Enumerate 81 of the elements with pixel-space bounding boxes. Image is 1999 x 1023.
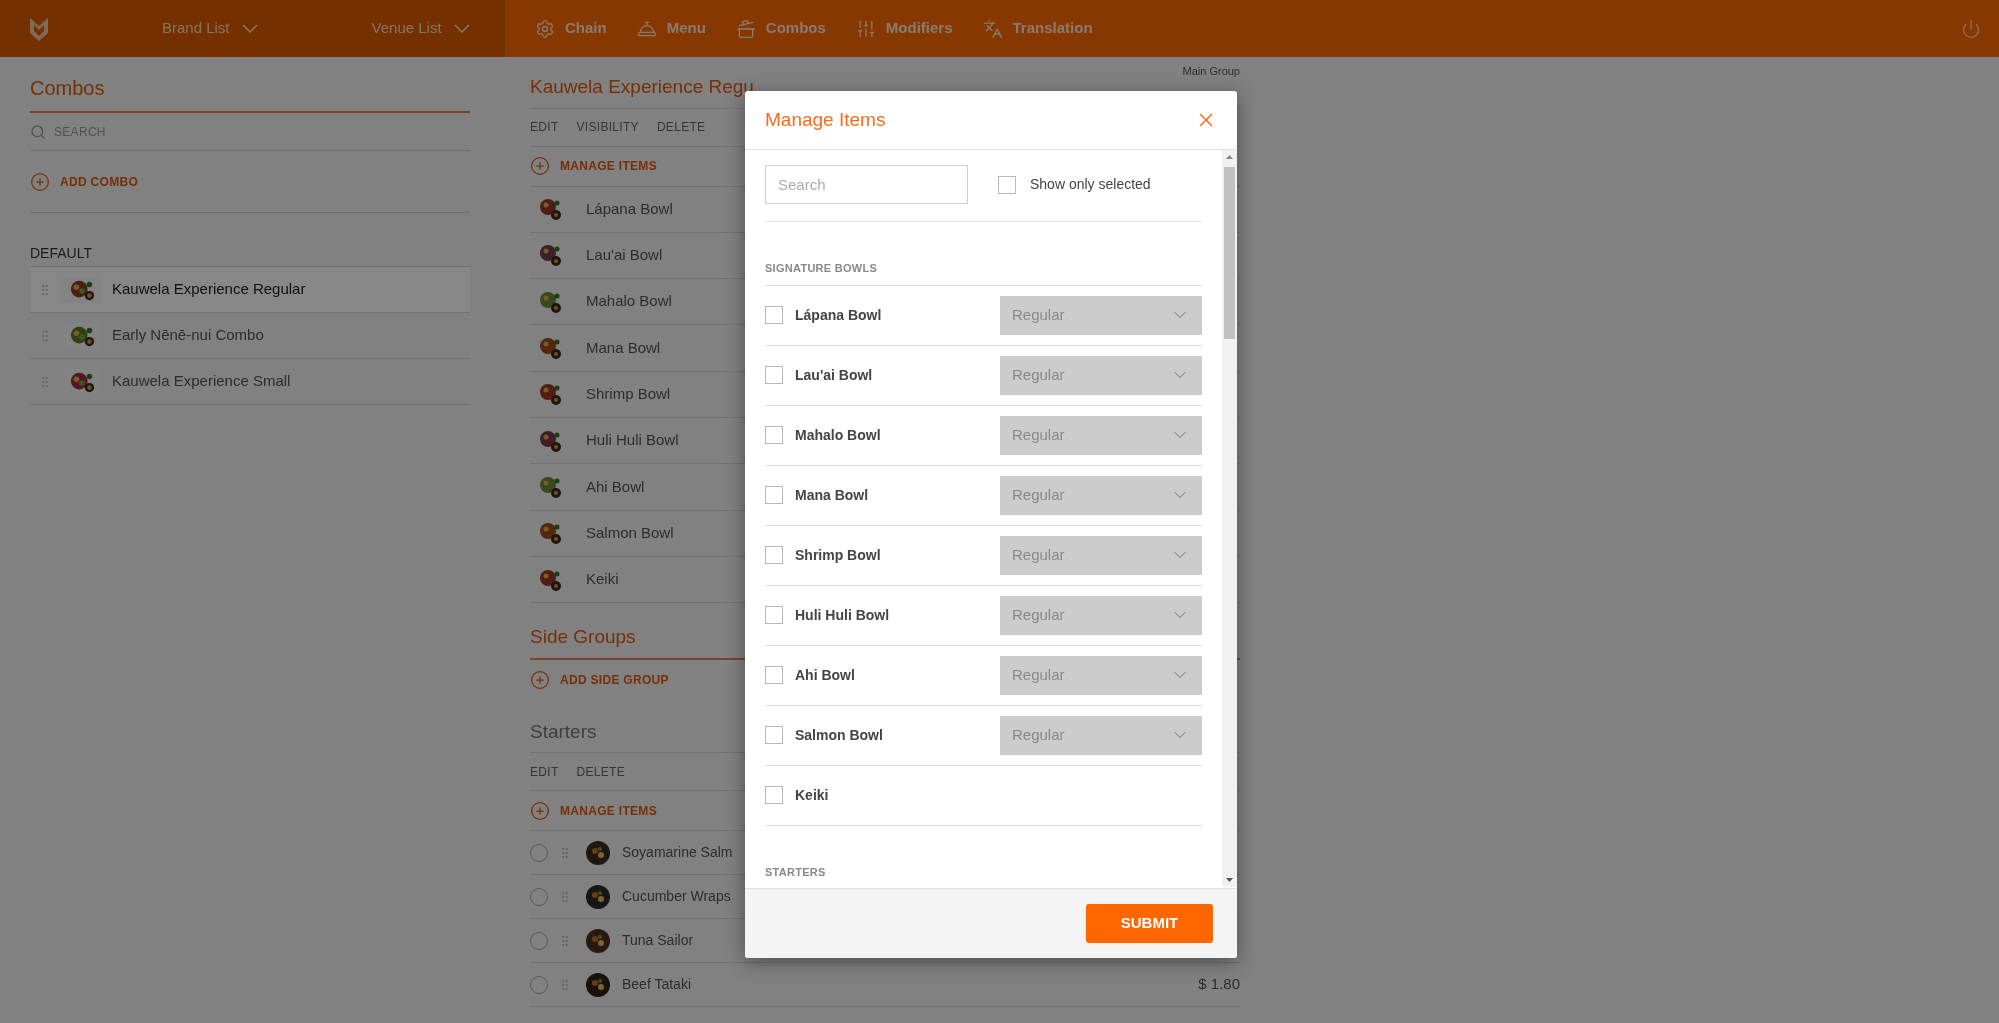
search-field[interactable]: Search — [765, 165, 968, 204]
checkbox[interactable] — [765, 306, 783, 324]
item-name: Mana Bowl — [795, 485, 869, 505]
checkbox[interactable] — [765, 726, 783, 744]
item-name: Huli Huli Bowl — [795, 605, 890, 625]
action-link[interactable]: VISIBILITY — [576, 118, 639, 136]
checkbox[interactable] — [765, 666, 783, 684]
corner-label: Main Group — [1182, 64, 1240, 79]
size-dropdown[interactable]: Regular — [1000, 715, 1202, 755]
modal-title: Manage Items — [765, 107, 886, 132]
gear-icon — [535, 18, 555, 39]
item-name: Mahalo Bowl — [586, 291, 672, 312]
manage-items-button[interactable]: MANAGE ITEMS — [530, 800, 657, 821]
size-dropdown[interactable]: Regular — [1000, 295, 1202, 335]
checkbox[interactable] — [765, 786, 783, 804]
item-name: Lau'ai Bowl — [795, 365, 873, 385]
power-icon[interactable] — [1961, 18, 1981, 39]
item-name: Keiki — [795, 785, 829, 805]
action-link[interactable]: DELETE — [576, 762, 626, 781]
sidebar-title: Combos — [30, 73, 470, 113]
item-name: Tuna Sailor — [622, 931, 694, 951]
section-heading: SIGNATURE BOWLS — [765, 260, 1202, 286]
item-name: Lápana Bowl — [795, 305, 882, 325]
action-link[interactable]: EDIT — [530, 762, 559, 781]
submit-button[interactable]: SUBMIT — [1086, 904, 1213, 943]
search-icon — [30, 123, 46, 140]
item-name: Huli Huli Bowl — [586, 430, 679, 451]
size-dropdown[interactable]: Regular — [1000, 415, 1202, 455]
checkbox[interactable] — [765, 426, 783, 444]
checkbox[interactable] — [998, 175, 1016, 194]
checkbox-label: Show only selected — [1030, 175, 1151, 194]
add-side-group-button[interactable]: ADD SIDE GROUP — [530, 669, 669, 690]
nav-tab[interactable]: Menu — [636, 17, 706, 40]
venue-list-dropdown[interactable]: Venue List — [371, 17, 470, 40]
item-price: $ 1.80 — [1198, 974, 1240, 995]
nav-tab[interactable]: Modifiers — [855, 17, 953, 40]
item-name: Soyamarine Salm — [622, 843, 733, 863]
item-name: Ahi Bowl — [586, 476, 645, 497]
checkbox[interactable] — [765, 606, 783, 624]
combo-list-item[interactable]: Kauwela Experience Small — [30, 359, 470, 405]
manage-items-button[interactable]: MANAGE ITEMS — [530, 156, 657, 176]
item-name: Cucumber Wraps — [622, 887, 731, 907]
translate-icon — [982, 18, 1003, 39]
item-name: Salmon Bowl — [795, 725, 883, 745]
size-dropdown[interactable]: Regular — [1000, 595, 1202, 635]
plus-icon — [530, 669, 550, 690]
item-name: Salmon Bowl — [586, 522, 674, 543]
plus-icon — [530, 800, 550, 821]
size-dropdown[interactable]: Regular — [1000, 355, 1202, 395]
sliders-icon — [855, 18, 876, 39]
nav-tab[interactable]: Translation — [982, 17, 1093, 40]
checkbox[interactable] — [765, 486, 783, 504]
add-combo-button[interactable]: ADD COMBO — [30, 171, 139, 192]
size-dropdown[interactable]: Regular — [1000, 655, 1202, 695]
item-name: Ahi Bowl — [795, 665, 855, 685]
item-name: Lau'ai Bowl — [586, 245, 663, 266]
checkbox[interactable] — [765, 546, 783, 564]
nav-tab[interactable]: Chain — [535, 17, 607, 40]
size-dropdown[interactable]: Regular — [1000, 475, 1202, 515]
action-link[interactable]: EDIT — [530, 118, 559, 136]
nav-tab[interactable]: Combos — [735, 17, 826, 40]
pot-icon — [735, 18, 756, 39]
item-name: Beef Tataki — [622, 975, 691, 995]
combo-list-item[interactable]: Kauwela Experience Regular — [30, 267, 470, 313]
combo-list-item[interactable]: Early Nēnē-nui Combo — [30, 313, 470, 359]
action-link[interactable]: DELETE — [656, 118, 706, 136]
item-name: Mana Bowl — [586, 337, 661, 358]
item-name: Keiki — [586, 569, 619, 590]
item-name: Shrimp Bowl — [586, 384, 671, 405]
checkbox[interactable] — [765, 366, 783, 384]
item-name: Shrimp Bowl — [795, 545, 881, 565]
item-name: Lápana Bowl — [586, 198, 673, 219]
brand-list-dropdown[interactable]: Brand List — [162, 17, 258, 40]
scrollbar[interactable] — [1222, 150, 1237, 887]
combo-title: Kauwela Experience Regu — [530, 75, 754, 99]
chevron-down-icon — [453, 24, 470, 33]
chevron-down-icon — [241, 24, 258, 33]
size-dropdown[interactable]: Regular — [1000, 535, 1202, 575]
plus-icon — [30, 171, 50, 192]
plus-icon — [530, 156, 550, 176]
item-name: Mahalo Bowl — [795, 425, 881, 445]
